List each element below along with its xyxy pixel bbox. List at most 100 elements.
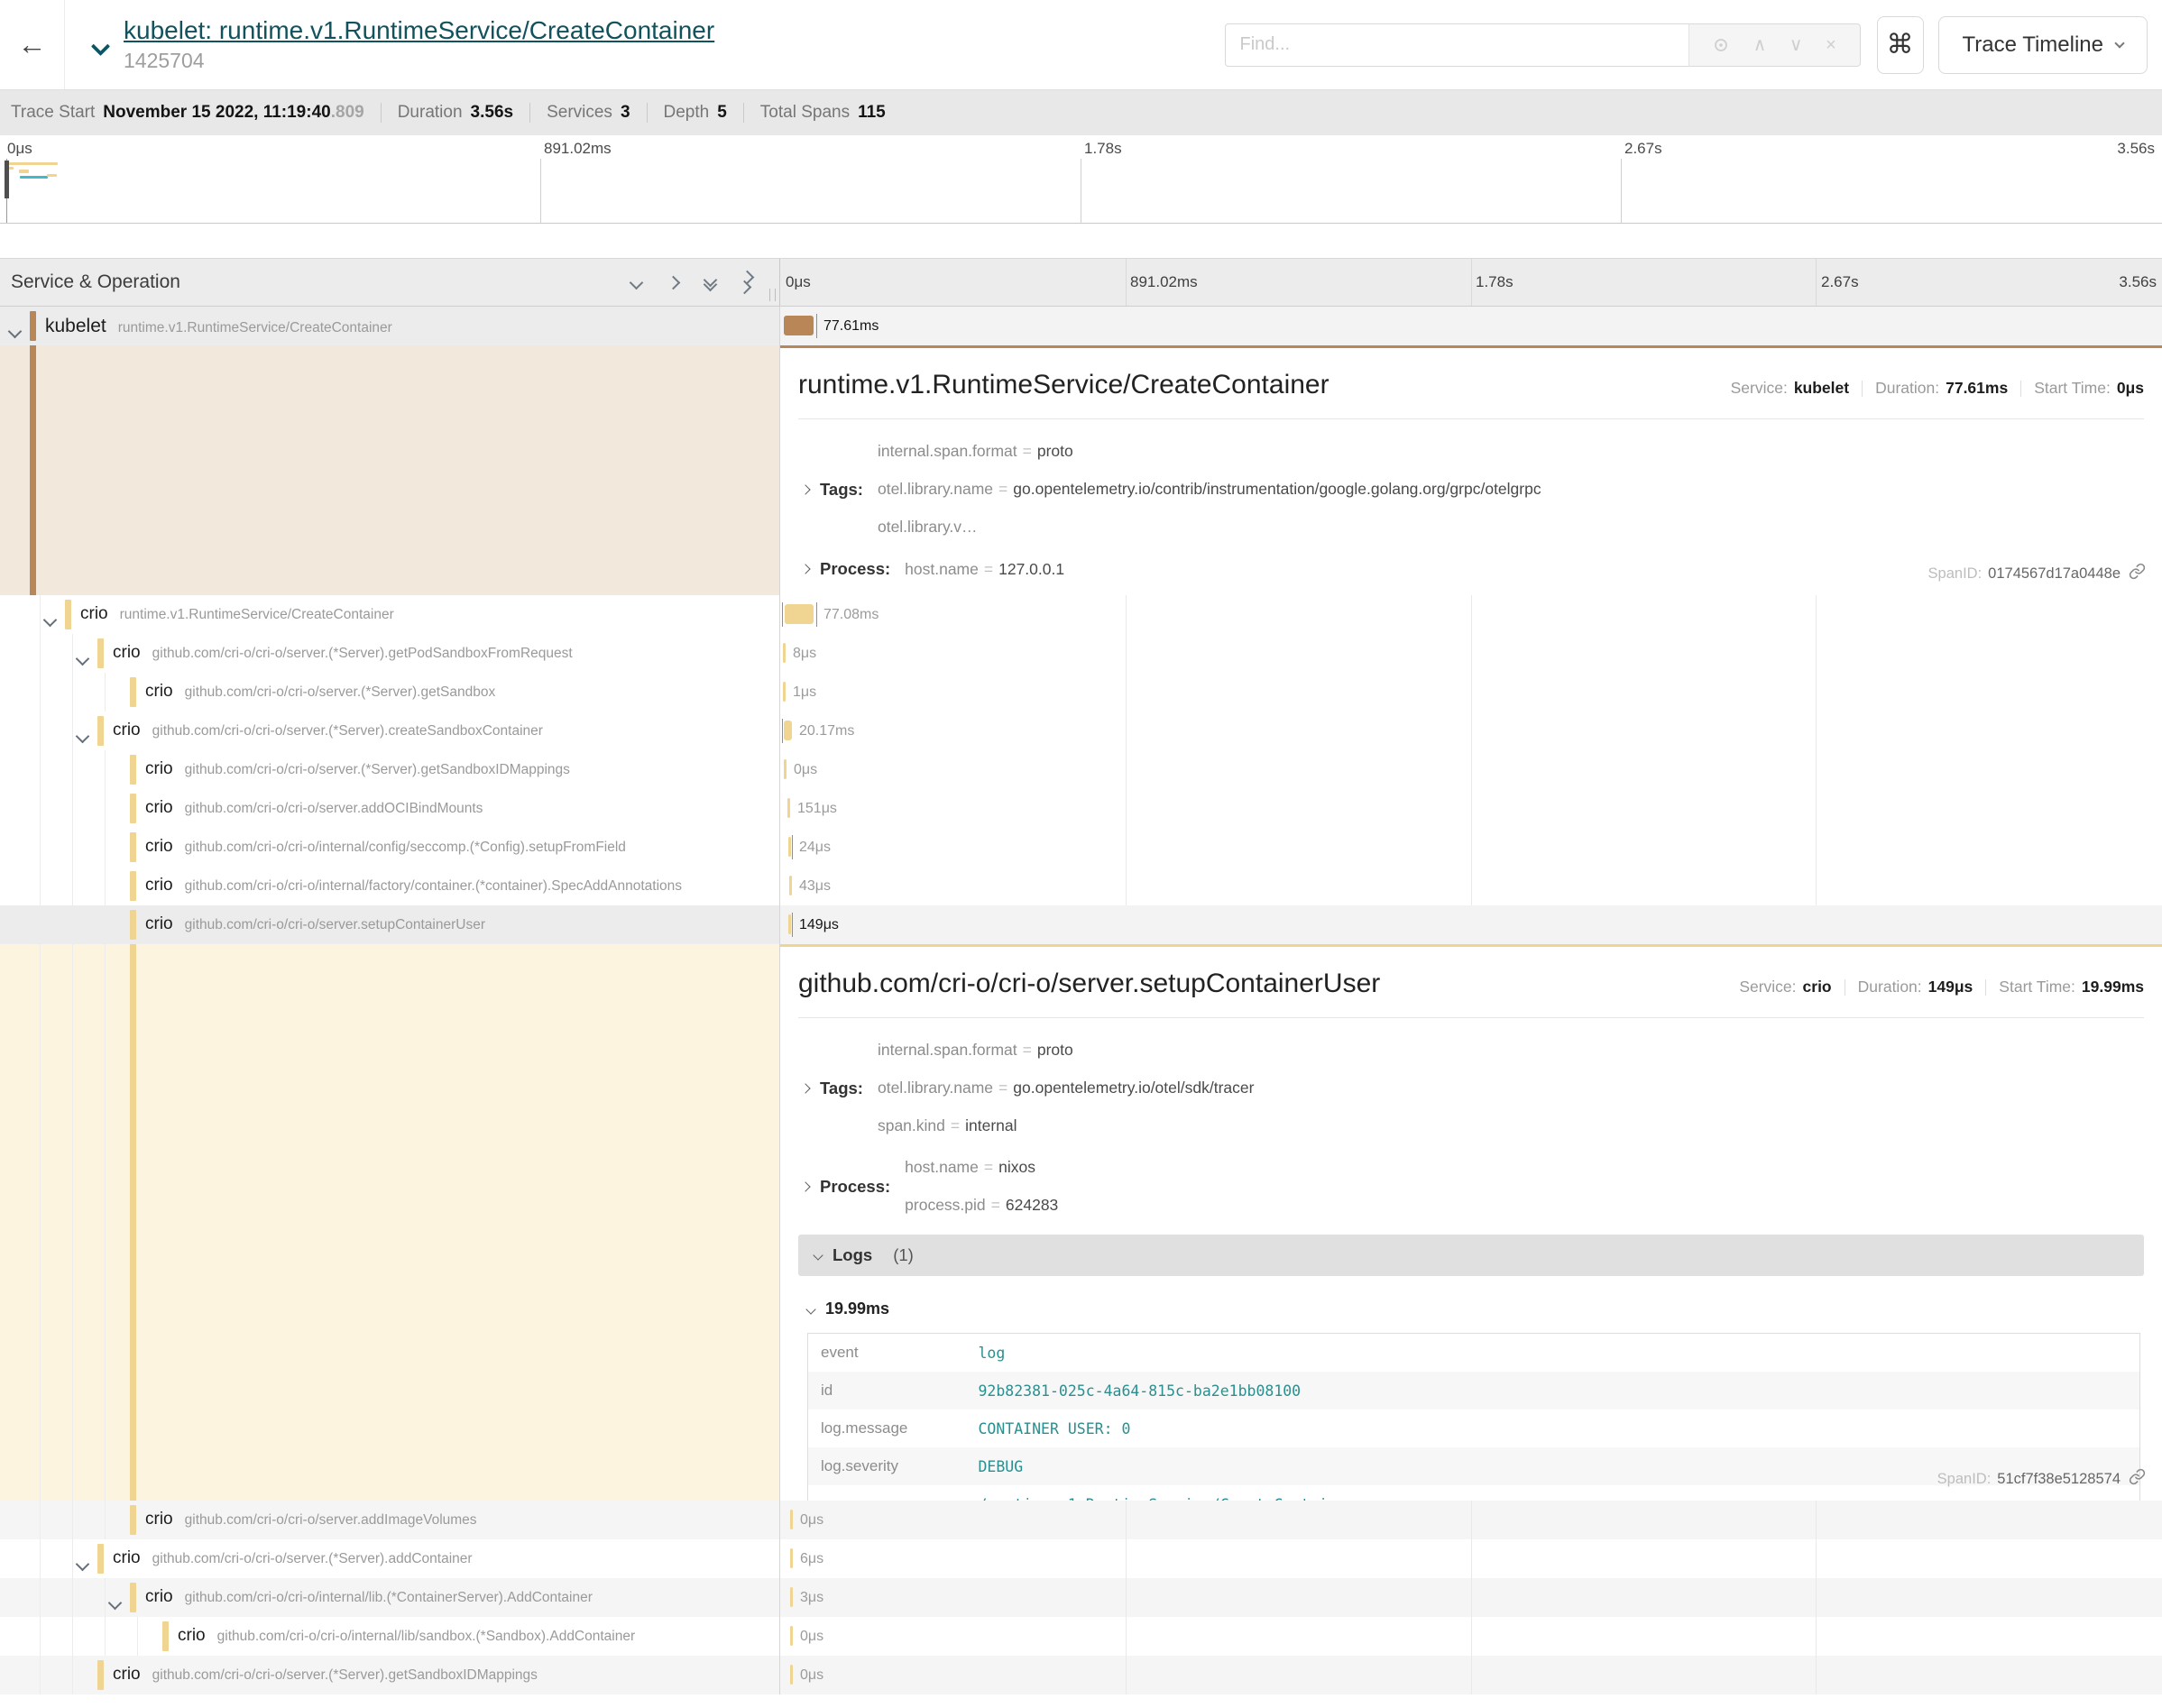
span-row[interactable]: criogithub.com/cri-o/cri-o/server.(*Serv… bbox=[0, 673, 2162, 712]
span-name-cell[interactable]: criogithub.com/cri-o/cri-o/server.(*Serv… bbox=[0, 1539, 780, 1578]
span-name-cell[interactable]: criogithub.com/cri-o/cri-o/internal/fact… bbox=[0, 867, 780, 905]
collapse-one-icon[interactable] bbox=[631, 278, 641, 288]
tags-accordion[interactable]: Tags: internal.span.format=protootel.lib… bbox=[798, 442, 2144, 537]
indent-guide bbox=[72, 673, 73, 712]
tags-accordion[interactable]: Tags: internal.span.format=protootel.lib… bbox=[798, 1041, 2144, 1135]
span-timeline-cell[interactable]: 24μs bbox=[780, 828, 2162, 867]
span-timeline-cell[interactable]: 77.61ms bbox=[780, 307, 2162, 345]
log-entry-header[interactable]: 19.99ms bbox=[807, 1299, 2144, 1318]
expand-all-icon[interactable] bbox=[742, 272, 752, 292]
span-name-cell[interactable]: criogithub.com/cri-o/cri-o/internal/lib.… bbox=[0, 1578, 780, 1617]
span-duration-bar[interactable] bbox=[788, 837, 791, 857]
span-row[interactable]: crioruntime.v1.RuntimeService/CreateCont… bbox=[0, 595, 2162, 634]
trace-title-link[interactable]: kubelet: runtime.v1.RuntimeService/Creat… bbox=[124, 16, 714, 45]
span-duration-bar[interactable] bbox=[784, 721, 792, 740]
clear-find-icon[interactable]: × bbox=[1826, 36, 1836, 54]
span-name-cell[interactable]: criogithub.com/cri-o/cri-o/server.(*Serv… bbox=[0, 712, 780, 750]
span-timeline-cell[interactable]: 0μs bbox=[780, 1617, 2162, 1656]
span-timeline-cell[interactable]: 43μs bbox=[780, 867, 2162, 905]
minimap-tick: 2.67s bbox=[1624, 140, 1662, 158]
span-row[interactable]: criogithub.com/cri-o/cri-o/server.(*Serv… bbox=[0, 712, 2162, 750]
link-icon[interactable] bbox=[2129, 1468, 2146, 1490]
span-name-cell[interactable]: criogithub.com/cri-o/cri-o/server.addOCI… bbox=[0, 789, 780, 828]
indent-guide bbox=[105, 750, 106, 789]
minimap-drag-handle[interactable] bbox=[5, 161, 9, 198]
span-duration-bar[interactable] bbox=[784, 759, 787, 779]
span-timeline-cell[interactable]: 0μs bbox=[780, 1501, 2162, 1539]
collapse-trace-icon[interactable] bbox=[94, 40, 107, 58]
collapse-all-icon[interactable] bbox=[705, 275, 715, 289]
span-row[interactable]: kubeletruntime.v1.RuntimeService/CreateC… bbox=[0, 307, 2162, 345]
span-name-cell[interactable]: criogithub.com/cri-o/cri-o/server.addIma… bbox=[0, 1501, 780, 1539]
span-row[interactable]: criogithub.com/cri-o/cri-o/server.(*Serv… bbox=[0, 750, 2162, 789]
operation-name: github.com/cri-o/cri-o/server.addImageVo… bbox=[185, 1512, 477, 1529]
span-duration-bar[interactable] bbox=[790, 1665, 793, 1685]
trace-view-selector[interactable]: Trace Timeline bbox=[1938, 16, 2148, 74]
span-name-cell[interactable]: criogithub.com/cri-o/cri-o/server.(*Serv… bbox=[0, 750, 780, 789]
locate-icon[interactable] bbox=[1712, 36, 1730, 54]
prev-result-icon[interactable]: ∧ bbox=[1753, 36, 1767, 54]
span-duration-bar[interactable] bbox=[789, 876, 792, 895]
span-duration-bar[interactable] bbox=[788, 914, 791, 934]
span-timeline-cell[interactable]: 20.17ms bbox=[780, 712, 2162, 750]
span-duration-bar[interactable] bbox=[790, 1510, 793, 1529]
span-timeline-cell[interactable]: 8μs bbox=[780, 634, 2162, 673]
span-row[interactable]: criogithub.com/cri-o/cri-o/server.addIma… bbox=[0, 1501, 2162, 1539]
span-duration-bar[interactable] bbox=[783, 643, 786, 663]
operation-name: runtime.v1.RuntimeService/CreateContaine… bbox=[120, 607, 394, 623]
service-operation-header: Service & Operation bbox=[0, 259, 780, 306]
span-row[interactable]: criogithub.com/cri-o/cri-o/server.(*Serv… bbox=[0, 1656, 2162, 1694]
span-timeline-cell[interactable]: 1μs bbox=[780, 673, 2162, 712]
span-duration-bar[interactable] bbox=[790, 1587, 793, 1607]
span-timeline-cell[interactable]: 77.08ms bbox=[780, 595, 2162, 634]
span-name-cell[interactable]: criogithub.com/cri-o/cri-o/server.(*Serv… bbox=[0, 634, 780, 673]
tag-value: go.opentelemetry.io/otel/sdk/tracer bbox=[1013, 1079, 1254, 1097]
logs-accordion[interactable]: Logs (1) bbox=[798, 1235, 2144, 1276]
span-row[interactable]: criogithub.com/cri-o/cri-o/internal/conf… bbox=[0, 828, 2162, 867]
span-duration-bar[interactable] bbox=[790, 1548, 793, 1568]
span-timeline-cell[interactable]: 149μs bbox=[780, 905, 2162, 944]
span-duration-bar[interactable] bbox=[790, 1626, 793, 1646]
span-row[interactable]: criogithub.com/cri-o/cri-o/server.addOCI… bbox=[0, 789, 2162, 828]
span-row[interactable]: criogithub.com/cri-o/cri-o/server.setupC… bbox=[0, 905, 2162, 944]
span-name-cell[interactable]: criogithub.com/cri-o/cri-o/internal/conf… bbox=[0, 828, 780, 867]
service-color-bar bbox=[97, 638, 104, 668]
span-timeline-cell[interactable]: 3μs bbox=[780, 1578, 2162, 1617]
span-timeline-cell[interactable]: 0μs bbox=[780, 750, 2162, 789]
tag-key: internal.span.format bbox=[878, 1041, 1017, 1060]
column-resize-grip[interactable] bbox=[769, 289, 776, 301]
log-timestamp: 19.99ms bbox=[825, 1299, 889, 1318]
span-duration-bar[interactable] bbox=[783, 682, 786, 702]
span-duration-bar[interactable] bbox=[784, 316, 814, 335]
next-result-icon[interactable]: ∨ bbox=[1789, 36, 1803, 54]
span-timeline-cell[interactable]: 6μs bbox=[780, 1539, 2162, 1578]
span-name-cell[interactable]: criogithub.com/cri-o/cri-o/internal/lib/… bbox=[0, 1617, 780, 1656]
span-duration-bar[interactable] bbox=[787, 798, 790, 818]
keyboard-shortcuts-button[interactable]: ⌘ bbox=[1877, 16, 1924, 74]
span-name-cell[interactable]: kubeletruntime.v1.RuntimeService/CreateC… bbox=[0, 307, 780, 345]
span-name-cell[interactable]: criogithub.com/cri-o/cri-o/server.setupC… bbox=[0, 905, 780, 944]
span-row[interactable]: criogithub.com/cri-o/cri-o/internal/lib/… bbox=[0, 1617, 2162, 1656]
service-name: crio bbox=[178, 1626, 206, 1646]
span-name-cell[interactable]: criogithub.com/cri-o/cri-o/server.(*Serv… bbox=[0, 1656, 780, 1694]
span-name-cell[interactable]: criogithub.com/cri-o/cri-o/server.(*Serv… bbox=[0, 673, 780, 712]
span-row[interactable]: criogithub.com/cri-o/cri-o/server.(*Serv… bbox=[0, 634, 2162, 673]
expand-one-icon[interactable] bbox=[668, 278, 678, 288]
span-timeline-cell[interactable]: 0μs bbox=[780, 1656, 2162, 1694]
process-accordion[interactable]: Process: host.name=nixosprocess.pid=6242… bbox=[798, 1158, 2144, 1215]
tag-item: internal.span.format=proto bbox=[878, 1041, 1255, 1060]
span-row[interactable]: criogithub.com/cri-o/cri-o/server.(*Serv… bbox=[0, 1539, 2162, 1578]
detail-span-title: runtime.v1.RuntimeService/CreateContaine… bbox=[798, 370, 1329, 400]
span-row[interactable]: criogithub.com/cri-o/cri-o/internal/fact… bbox=[0, 867, 2162, 905]
span-name-cell[interactable]: crioruntime.v1.RuntimeService/CreateCont… bbox=[0, 595, 780, 634]
parent-bound-mark bbox=[782, 602, 783, 627]
indent-guide bbox=[40, 944, 41, 1501]
back-button[interactable]: ← bbox=[0, 0, 65, 89]
link-icon[interactable] bbox=[2129, 563, 2146, 584]
summary-label: Trace Start bbox=[11, 103, 95, 123]
span-row[interactable]: criogithub.com/cri-o/cri-o/internal/lib.… bbox=[0, 1578, 2162, 1617]
span-timeline-cell[interactable]: 151μs bbox=[780, 789, 2162, 828]
trace-minimap[interactable] bbox=[0, 159, 2162, 224]
span-duration-bar[interactable] bbox=[785, 604, 814, 624]
find-input[interactable] bbox=[1225, 23, 1689, 67]
